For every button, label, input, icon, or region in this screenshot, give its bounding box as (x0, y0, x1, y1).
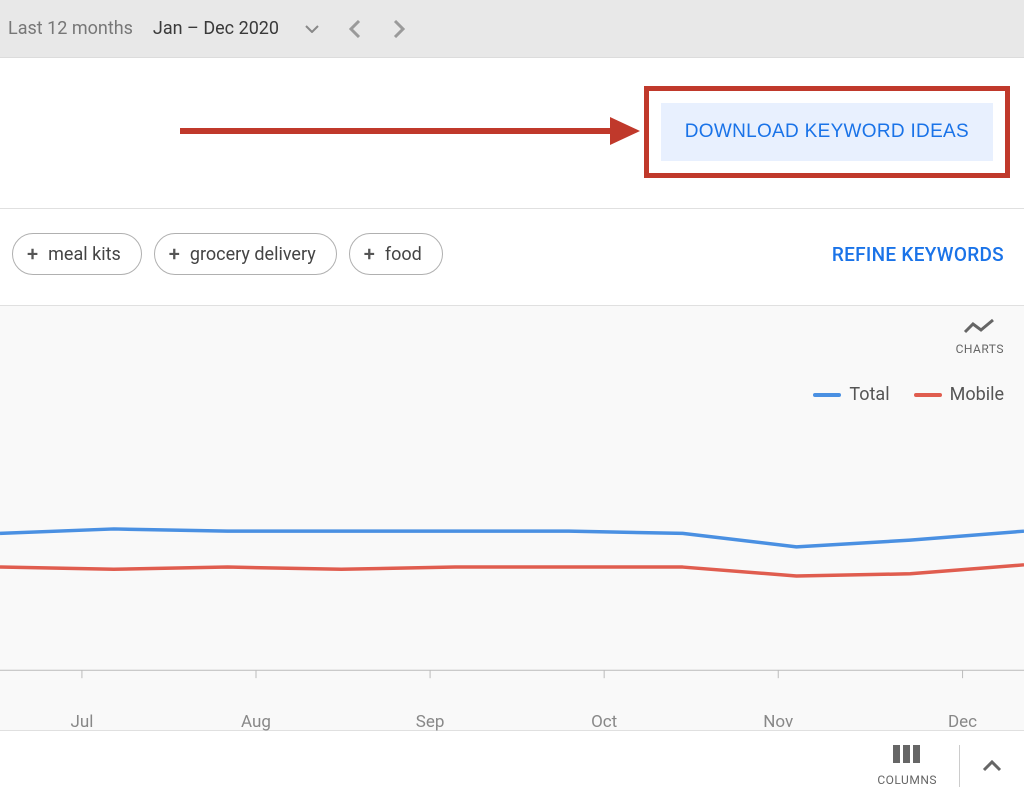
footer-toolbar: COLUMNS (0, 731, 1024, 798)
charts-label: CHARTS (956, 342, 1004, 356)
chart-type-selector[interactable]: CHARTS (956, 318, 1004, 356)
keywords-row: + meal kits + grocery delivery + food RE… (0, 209, 1024, 306)
download-callout-box: DOWNLOAD KEYWORD IDEAS (644, 86, 1010, 178)
date-prev-button[interactable] (339, 14, 371, 44)
plus-icon: + (364, 242, 375, 266)
keyword-chip[interactable]: + meal kits (12, 233, 142, 275)
keyword-chip[interactable]: + food (349, 233, 443, 275)
download-keyword-ideas-button[interactable]: DOWNLOAD KEYWORD IDEAS (661, 103, 993, 161)
legend-label: Total (849, 384, 889, 405)
date-next-button[interactable] (383, 14, 415, 44)
x-axis-label: Oct (591, 712, 617, 732)
caret-down-icon (305, 25, 319, 33)
columns-icon (893, 745, 921, 767)
line-chart-icon (963, 318, 997, 338)
date-range-label: Last 12 months (8, 18, 133, 39)
expand-button[interactable] (982, 757, 1002, 776)
date-range-selector[interactable]: Jan – Dec 2020 (145, 18, 327, 39)
chip-label: food (385, 244, 422, 265)
annotation-arrow-icon (180, 111, 640, 155)
columns-label: COLUMNS (877, 773, 937, 787)
x-axis-label: Nov (763, 712, 793, 732)
chart-legend: Total Mobile (813, 384, 1004, 405)
chevron-up-icon (982, 757, 1002, 776)
x-axis-label: Aug (241, 712, 271, 732)
legend-swatch-icon (914, 393, 942, 397)
chip-label: grocery delivery (190, 244, 316, 265)
chip-label: meal kits (48, 244, 121, 265)
legend-label: Mobile (950, 384, 1004, 405)
plus-icon: + (169, 242, 180, 266)
refine-keywords-button[interactable]: REFINE KEYWORDS (832, 243, 1004, 266)
x-axis-label: Jul (70, 712, 93, 732)
chart-canvas: Jul Aug Sep Oct Nov Dec (0, 436, 1024, 730)
date-range-bar: Last 12 months Jan – Dec 2020 (0, 0, 1024, 58)
legend-item-mobile[interactable]: Mobile (914, 384, 1004, 405)
keyword-chip[interactable]: + grocery delivery (154, 233, 337, 275)
x-axis-label: Sep (416, 712, 445, 732)
keyword-chips: + meal kits + grocery delivery + food (12, 233, 443, 275)
legend-swatch-icon (813, 393, 841, 397)
download-row: DOWNLOAD KEYWORD IDEAS (0, 58, 1024, 209)
plus-icon: + (27, 242, 38, 266)
chart-section: CHARTS Total Mobile Jul Aug Sep Oct Nov Dec (0, 306, 1024, 731)
legend-item-total[interactable]: Total (813, 384, 889, 405)
x-axis-label: Dec (948, 712, 977, 732)
columns-button[interactable]: COLUMNS (877, 745, 960, 787)
date-range-value: Jan – Dec 2020 (153, 18, 279, 39)
